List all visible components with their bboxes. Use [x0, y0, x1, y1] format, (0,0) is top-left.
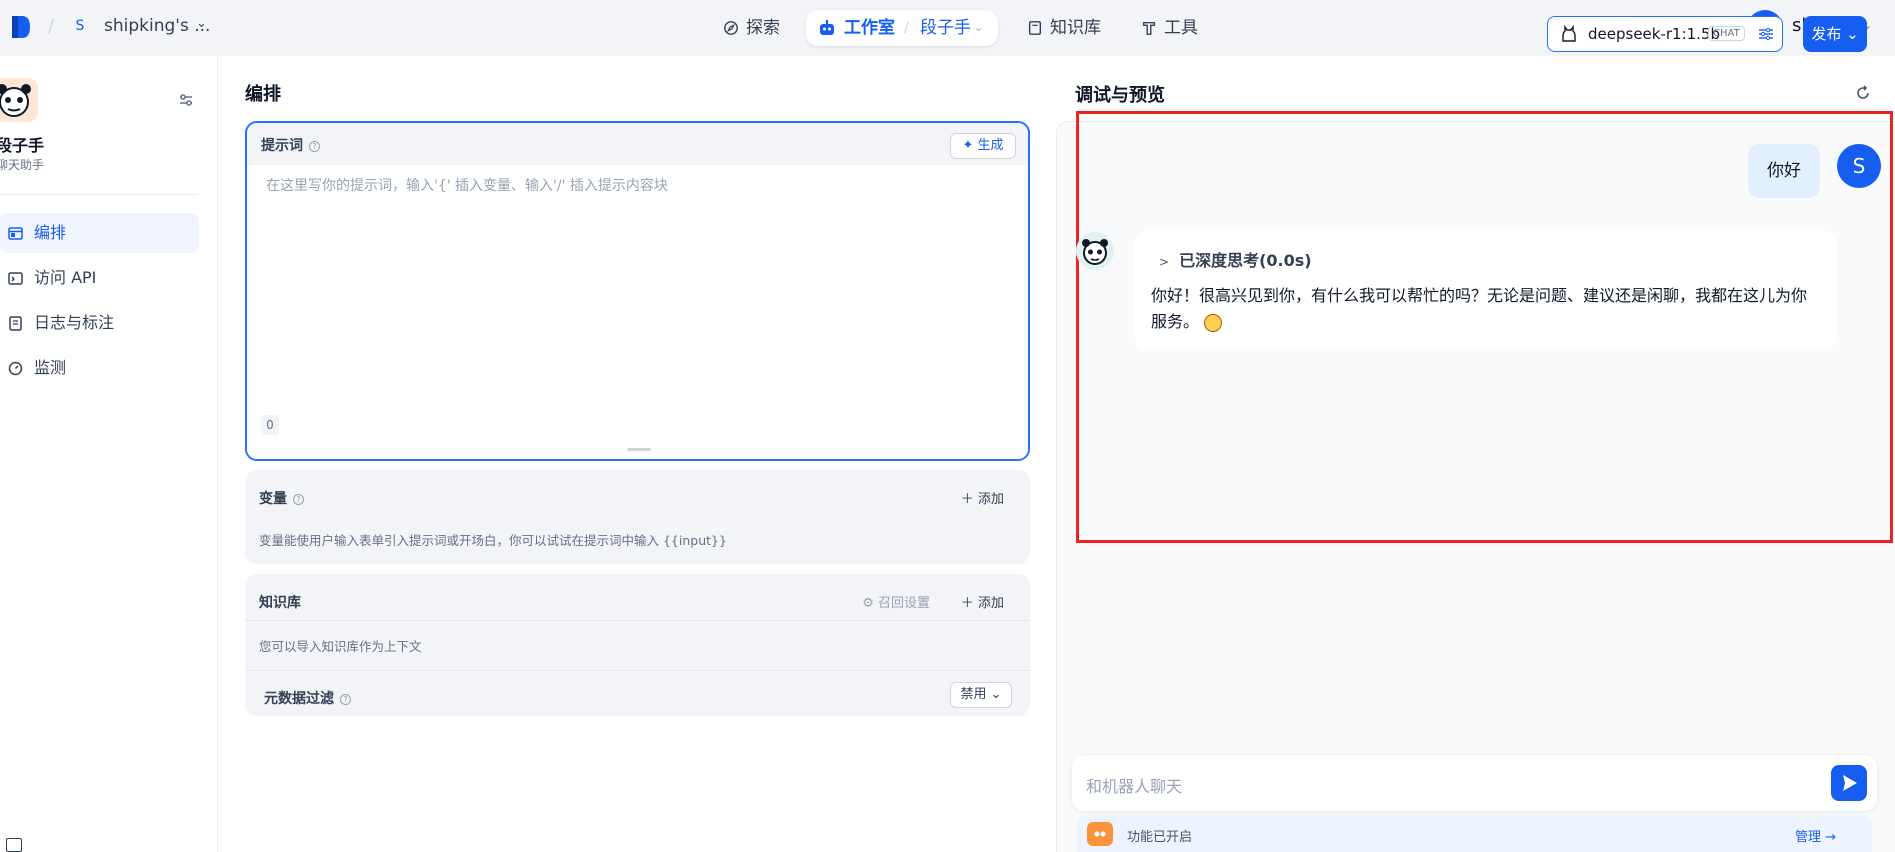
nav-tools[interactable]: 工具: [1140, 12, 1198, 44]
nav-knowledge[interactable]: 知识库: [1026, 12, 1101, 44]
sidebar-item-label: 日志与标注: [34, 313, 115, 332]
tune-icon[interactable]: [1758, 27, 1774, 41]
nav-separator: /: [904, 20, 909, 36]
workspace-badge[interactable]: S: [68, 14, 92, 38]
page-title: 编排: [245, 84, 281, 105]
model-selector[interactable]: deepseek-r1:1.5b CHAT: [1547, 16, 1783, 52]
prompt-textarea[interactable]: 在这里写你的提示词，输入'{' 插入变量、输入'/' 插入提示内容块 0: [247, 165, 1028, 459]
collapse-sidebar-icon[interactable]: [6, 838, 22, 852]
debug-title: 调试与预览: [1075, 85, 1165, 106]
breadcrumb-separator: /: [48, 16, 55, 37]
dify-logo-icon[interactable]: [10, 14, 32, 40]
sidebar-item-monitor[interactable]: 监测: [0, 348, 199, 388]
variables-label: 变量?: [259, 488, 304, 508]
nav-explore[interactable]: 探索: [722, 12, 780, 44]
terminal-icon: [8, 272, 23, 285]
sidebar-item-label: 监测: [34, 358, 67, 377]
divider: [0, 194, 198, 195]
app-sidebar: 段子手 聊天助手 编排 访问 API 日志与标注 监测: [0, 56, 218, 852]
send-icon: [1843, 775, 1857, 791]
help-icon[interactable]: ?: [309, 140, 320, 152]
prompt-editor[interactable]: 提示词? ✦ 生成 在这里写你的提示词，输入'{' 插入变量、输入'/' 插入提…: [245, 121, 1030, 461]
send-button[interactable]: [1831, 765, 1867, 801]
feature-status: 功能已开启: [1127, 830, 1193, 845]
user-avatar: S: [1837, 144, 1881, 188]
metadata-filter-label: 元数据过滤?: [264, 688, 351, 708]
app-avatar-icon: [0, 78, 38, 122]
prompt-label: 提示词?: [261, 135, 320, 155]
feature-bar: 功能已开启 管理 →: [1077, 815, 1872, 852]
current-app-switcher[interactable]: 段子手: [920, 10, 971, 46]
nav-knowledge-label: 知识库: [1050, 18, 1101, 38]
sidebar-item-label: 编排: [34, 223, 67, 242]
resize-handle[interactable]: [627, 448, 651, 451]
sparkle-icon: ✦: [962, 138, 974, 153]
metadata-filter-select[interactable]: 禁用 ⌄: [950, 682, 1012, 708]
sidebar-item-orchestrate[interactable]: 编排: [0, 213, 199, 253]
bot-message-text: 你好！很高兴见到你，有什么我可以帮忙的吗？无论是问题、建议还是闲聊，我都在这儿为…: [1151, 286, 1808, 332]
compass-icon: [724, 21, 738, 35]
settings-icon: ⚙: [862, 596, 874, 611]
chevron-right-icon: >: [1159, 255, 1170, 269]
thinking-toggle[interactable]: > 已深度思考(0.0s): [1159, 247, 1312, 271]
app-name: 段子手: [0, 136, 45, 155]
layout-icon: [8, 227, 23, 240]
quote-icon: [1087, 822, 1113, 846]
bot-message: > 已深度思考(0.0s) 你好！很高兴见到你，有什么我可以帮忙的吗？无论是问题、…: [1135, 231, 1836, 351]
dashboard-icon: [8, 361, 23, 376]
chat-input-box[interactable]: 和机器人聊天: [1072, 755, 1877, 811]
robot-icon: [820, 20, 834, 35]
help-icon[interactable]: ?: [293, 493, 304, 505]
chevron-down-icon[interactable]: ⌄: [196, 16, 207, 31]
recall-settings-button[interactable]: ⚙ 召回设置: [862, 592, 930, 611]
book-icon: [1028, 21, 1042, 35]
help-icon[interactable]: ?: [340, 693, 351, 705]
add-variable-button[interactable]: ＋ 添加: [961, 488, 1004, 507]
nav-studio-label[interactable]: 工作室: [818, 10, 895, 46]
sidebar-item-logs[interactable]: 日志与标注: [0, 303, 199, 343]
knowledge-label: 知识库: [259, 595, 301, 611]
prompt-header: 提示词? ✦ 生成: [247, 123, 1028, 165]
smile-emoji-icon: [1204, 313, 1223, 332]
sidebar-item-api[interactable]: 访问 API: [0, 258, 199, 298]
variables-description: 变量能使用户输入表单引入提示词或开场白，你可以试试在提示词中输入 {{input…: [259, 533, 727, 548]
nav-explore-label: 探索: [746, 18, 780, 38]
file-list-icon: [9, 316, 22, 331]
sidebar-item-label: 访问 API: [34, 268, 97, 287]
nav-studio[interactable]: 工作室 / 段子手 ⌄: [806, 10, 998, 46]
prompt-placeholder: 在这里写你的提示词，输入'{' 插入变量、输入'/' 插入提示内容块: [266, 178, 668, 194]
user-message: 你好: [1748, 144, 1820, 198]
model-mode-badge: CHAT: [1708, 26, 1745, 41]
app-description: 聊天助手: [0, 158, 45, 172]
sliders-icon[interactable]: [176, 90, 196, 110]
tools-icon: [1142, 21, 1156, 35]
knowledge-description: 您可以导入知识库作为上下文: [259, 639, 422, 654]
llama-icon: [1562, 25, 1576, 42]
divider: [245, 620, 1030, 621]
chevron-down-icon[interactable]: ⌄: [974, 10, 983, 46]
nav-tools-label: 工具: [1164, 18, 1198, 38]
refresh-icon[interactable]: [1854, 84, 1872, 102]
generate-button[interactable]: ✦ 生成: [950, 133, 1016, 159]
chat-input-placeholder: 和机器人聊天: [1086, 777, 1183, 796]
add-knowledge-button[interactable]: ＋ 添加: [961, 592, 1004, 611]
workspace-name[interactable]: shipking's ...: [104, 16, 210, 36]
model-name: deepseek-r1:1.5b: [1588, 25, 1721, 43]
manage-link[interactable]: 管理 →: [1795, 826, 1836, 845]
variables-card: 变量? ＋ 添加 变量能使用户输入表单引入提示词或开场白，你可以试试在提示词中输…: [245, 470, 1030, 564]
divider: [245, 670, 1030, 671]
knowledge-card: 知识库 ⚙ 召回设置 ＋ 添加 您可以导入知识库作为上下文 元数据过滤? 禁用 …: [245, 574, 1030, 716]
bot-avatar-icon: [1076, 232, 1114, 270]
publish-button[interactable]: 发布 ⌄: [1803, 16, 1867, 52]
char-count: 0: [261, 415, 279, 435]
